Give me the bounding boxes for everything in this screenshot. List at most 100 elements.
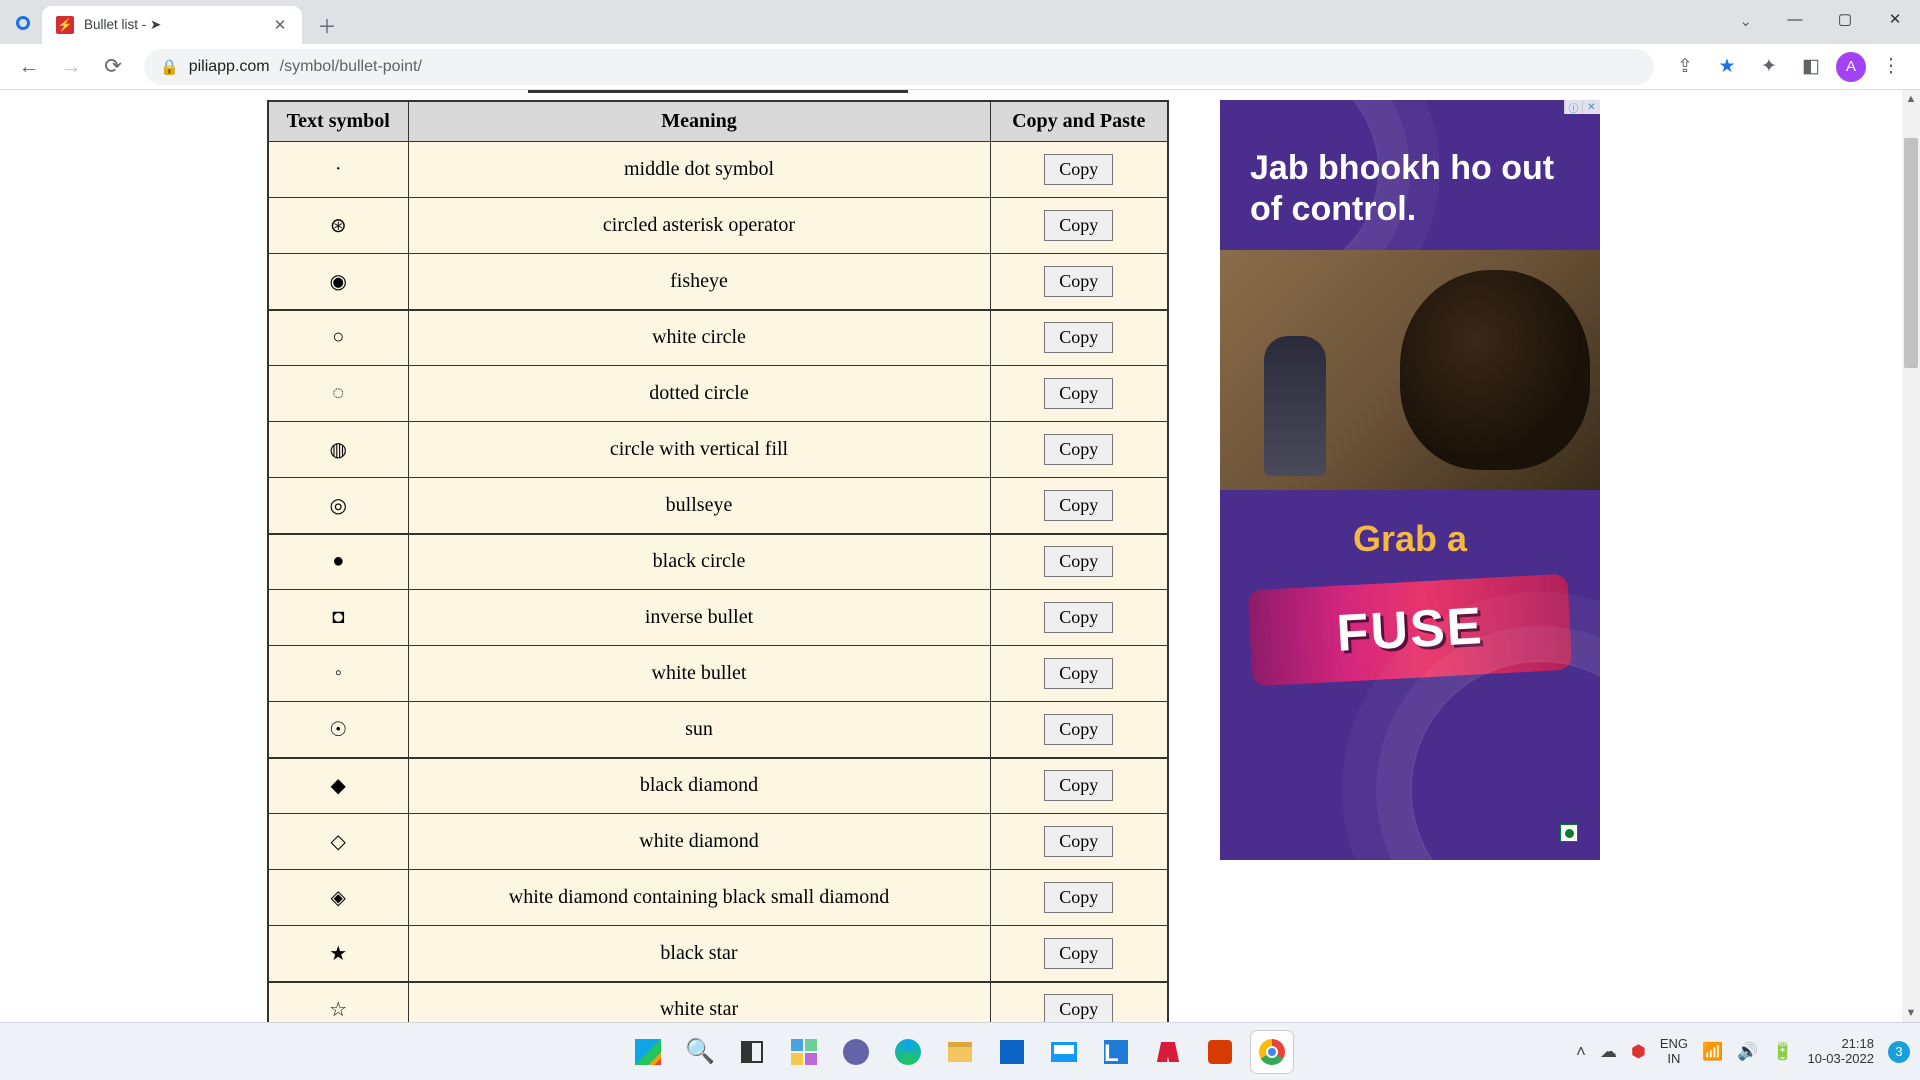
chrome-icon[interactable] (1251, 1031, 1293, 1073)
table-row: ◈white diamond containing black small di… (268, 870, 1168, 926)
table-row: ★black starCopy (268, 926, 1168, 982)
scroll-thumb[interactable] (1904, 138, 1918, 368)
tab-search-icon[interactable]: ⌄ (1739, 12, 1752, 30)
url-path: /symbol/bullet-point/ (280, 58, 422, 76)
copy-button[interactable]: Copy (1044, 490, 1113, 521)
copy-button[interactable]: Copy (1044, 826, 1113, 857)
reload-button[interactable]: ⟳ (96, 50, 130, 84)
table-row: ☆white starCopy (268, 982, 1168, 1023)
ad-close-icon[interactable]: ✕ (1582, 100, 1600, 114)
copy-button[interactable]: Copy (1044, 210, 1113, 241)
tray-chevron-icon[interactable]: ˄ (1576, 1042, 1586, 1062)
copy-button[interactable]: Copy (1044, 938, 1113, 969)
explorer-icon[interactable] (939, 1031, 981, 1073)
table-row: ◎bullseyeCopy (268, 478, 1168, 534)
teams-icon[interactable] (835, 1031, 877, 1073)
copy-cell: Copy (990, 366, 1168, 422)
omnibox[interactable]: 🔒 piliapp.com/symbol/bullet-point/ (144, 49, 1654, 85)
copy-button[interactable]: Copy (1044, 322, 1113, 353)
copy-button[interactable]: Copy (1044, 994, 1113, 1022)
symbol-cell: ◎ (268, 478, 408, 534)
meaning-cell: sun (408, 702, 990, 758)
volume-icon[interactable]: 🔊 (1737, 1042, 1758, 1062)
table-row: ☉sun Copy (268, 702, 1168, 758)
symbol-cell: ☉ (268, 702, 408, 758)
col-header-copy: Copy and Paste (990, 101, 1168, 142)
mail-icon[interactable] (1043, 1031, 1085, 1073)
close-tab-button[interactable]: ✕ (272, 17, 288, 33)
close-window-button[interactable]: ✕ (1870, 0, 1920, 38)
maximize-button[interactable]: ▢ (1820, 0, 1870, 38)
battery-icon[interactable]: 🔋 (1772, 1042, 1793, 1062)
lock-icon: 🔒 (160, 58, 179, 76)
meaning-cell: white diamond containing black small dia… (408, 870, 990, 926)
ad-image (1220, 250, 1600, 490)
extensions-icon[interactable]: ✦ (1752, 50, 1786, 84)
window-indicator-icon (16, 16, 30, 30)
copy-button[interactable]: Copy (1044, 546, 1113, 577)
new-tab-button[interactable]: ＋ (312, 10, 342, 40)
table-row: ◆black diamond Copy (268, 758, 1168, 814)
app-l-icon[interactable]: L (1095, 1031, 1137, 1073)
meaning-cell: white bullet (408, 646, 990, 702)
copy-cell: Copy (990, 814, 1168, 870)
task-view-button[interactable] (731, 1031, 773, 1073)
table-row: ◉fisheyeCopy (268, 254, 1168, 310)
minimize-button[interactable]: — (1770, 0, 1820, 38)
meaning-cell: inverse bullet (408, 590, 990, 646)
copy-button[interactable]: Copy (1044, 658, 1113, 689)
table-row: ◦white bulletCopy (268, 646, 1168, 702)
bookmark-star-icon[interactable]: ★ (1710, 50, 1744, 84)
tray-app-icon[interactable]: ⬢ (1631, 1042, 1646, 1062)
share-icon[interactable]: ⇪ (1668, 50, 1702, 84)
meaning-cell: black diamond (408, 758, 990, 814)
wifi-icon[interactable]: 📶 (1702, 1042, 1723, 1062)
ad-banner[interactable]: ⓘ ✕ Jab bhookh ho out of control. Grab a… (1220, 100, 1600, 860)
veg-mark-icon (1560, 824, 1578, 842)
vertical-scrollbar[interactable]: ▲ ▼ (1902, 90, 1920, 1022)
symbol-cell: ◉ (268, 254, 408, 310)
mcafee-icon[interactable] (1147, 1031, 1189, 1073)
copy-button[interactable]: Copy (1044, 770, 1113, 801)
scroll-down-icon[interactable]: ▼ (1902, 1004, 1920, 1022)
table-row: ◌dotted circleCopy (268, 366, 1168, 422)
col-header-meaning: Meaning (408, 101, 990, 142)
copy-button[interactable]: Copy (1044, 266, 1113, 297)
sidepanel-icon[interactable]: ◧ (1794, 50, 1828, 84)
copy-button[interactable]: Copy (1044, 602, 1113, 633)
symbol-cell: ◘ (268, 590, 408, 646)
store-icon[interactable] (991, 1031, 1033, 1073)
favicon-icon (56, 16, 74, 34)
copy-cell: Copy (990, 646, 1168, 702)
page-viewport: Text symbol Meaning Copy and Paste ·midd… (0, 90, 1902, 1022)
forward-button[interactable]: → (54, 50, 88, 84)
copy-button[interactable]: Copy (1044, 378, 1113, 409)
profile-avatar[interactable]: A (1836, 52, 1866, 82)
meaning-cell: dotted circle (408, 366, 990, 422)
symbol-cell: ◆ (268, 758, 408, 814)
ad-info-icon[interactable]: ⓘ (1564, 100, 1582, 114)
edge-icon[interactable] (887, 1031, 929, 1073)
language-indicator[interactable]: ENG IN (1660, 1037, 1688, 1066)
back-button[interactable]: ← (12, 50, 46, 84)
copy-button[interactable]: Copy (1044, 434, 1113, 465)
notification-badge[interactable]: 3 (1888, 1041, 1910, 1063)
symbol-cell: ☆ (268, 982, 408, 1023)
scroll-up-icon[interactable]: ▲ (1902, 90, 1920, 108)
copy-button[interactable]: Copy (1044, 154, 1113, 185)
copy-cell: Copy (990, 926, 1168, 982)
chrome-titlebar: Bullet list - ➤ ✕ ＋ ⌄ — ▢ ✕ (0, 0, 1920, 44)
widgets-button[interactable] (783, 1031, 825, 1073)
search-button[interactable]: 🔍 (679, 1031, 721, 1073)
onedrive-icon[interactable]: ☁ (1600, 1042, 1617, 1062)
copy-button[interactable]: Copy (1044, 882, 1113, 913)
office-icon[interactable] (1199, 1031, 1241, 1073)
table-row: ●black circleCopy (268, 534, 1168, 590)
start-button[interactable] (627, 1031, 669, 1073)
symbol-cell: ◈ (268, 870, 408, 926)
copy-button[interactable]: Copy (1044, 714, 1113, 745)
browser-tab[interactable]: Bullet list - ➤ ✕ (42, 6, 302, 44)
clock[interactable]: 21:18 10-03-2022 (1808, 1037, 1875, 1067)
kebab-menu-icon[interactable]: ⋮ (1874, 50, 1908, 84)
tab-title: Bullet list - ➤ (84, 17, 262, 33)
